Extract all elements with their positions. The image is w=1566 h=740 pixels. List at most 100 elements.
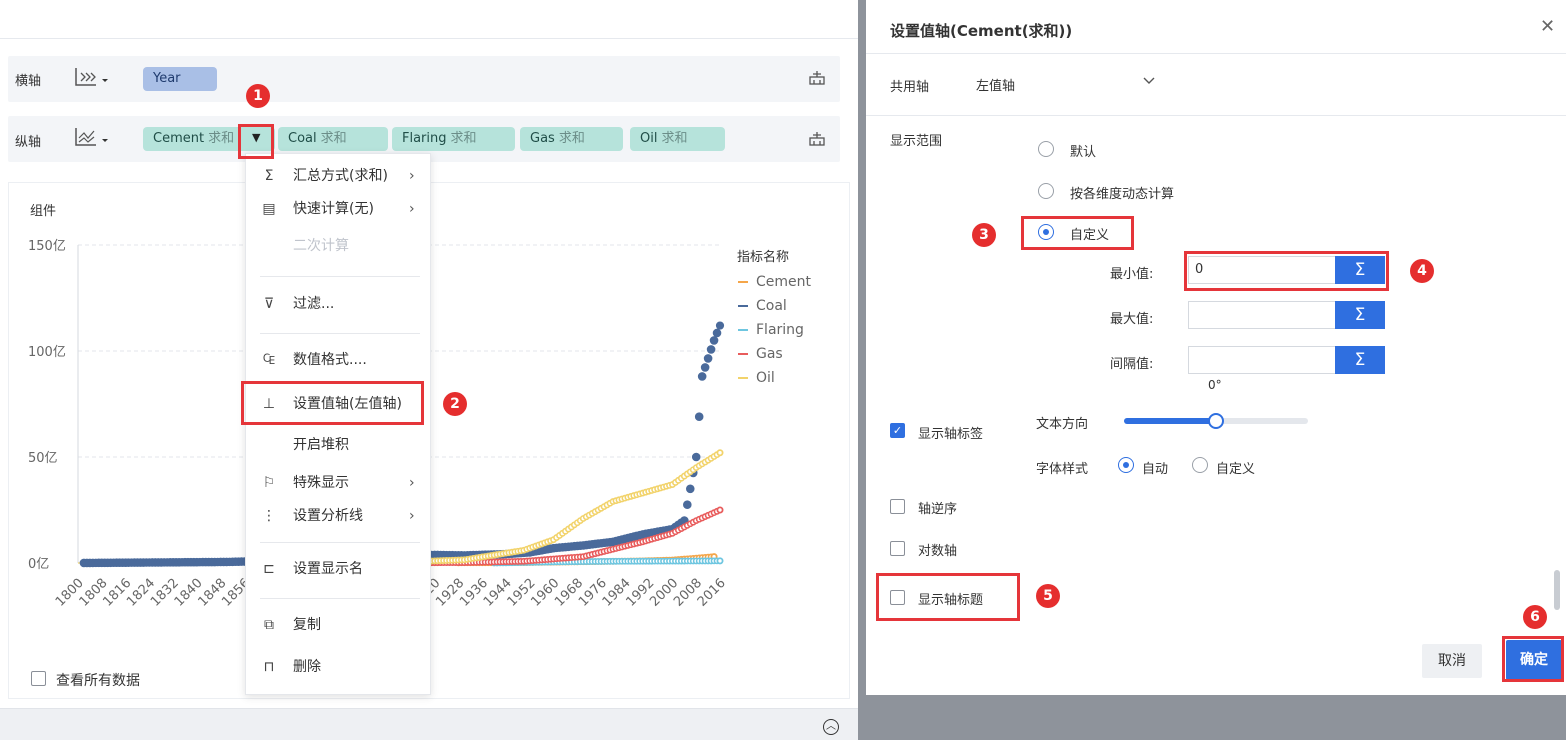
step-badge-1: 1	[246, 84, 270, 108]
interval-label: 间隔值:	[1110, 357, 1154, 372]
divider	[866, 53, 1566, 54]
data-point-gas	[716, 506, 724, 514]
menu-item-label: 特殊显示	[293, 475, 349, 491]
y-axis-type-icon[interactable]	[74, 126, 110, 152]
menu-item-label: 删除	[293, 659, 321, 675]
menu-item-copy[interactable]: ⧉ 复制	[246, 610, 432, 640]
menu-separator	[260, 333, 420, 334]
legend-label: Flaring	[756, 322, 804, 338]
data-point-coal	[685, 484, 695, 494]
range-default-radio[interactable]	[1038, 141, 1054, 157]
text-direction-slider-handle[interactable]	[1208, 413, 1224, 429]
data-point-oil	[716, 449, 724, 457]
highlight-dropdown-arrow	[238, 124, 274, 159]
legend-item-cement[interactable]: Cement	[738, 274, 811, 298]
chart-editor: 横轴 Year 纵轴 Cement 求和 ▼ Coal 求和 Flaring 求和 G…	[0, 0, 858, 740]
y-field-agg: 求和	[450, 131, 477, 146]
delete-icon: ⊓	[263, 659, 275, 675]
copy-icon: ⧉	[264, 617, 274, 633]
y-tick-label: 0亿	[28, 557, 49, 572]
range-dynamic-label: 按各维度动态计算	[1070, 187, 1175, 202]
menu-separator	[260, 542, 420, 543]
collapse-icon[interactable]: ︿	[823, 719, 839, 735]
menu-item-label: 快速计算(无)	[293, 201, 374, 217]
shared-axis-select[interactable]: 左值轴	[966, 68, 1172, 98]
legend-title: 指标名称	[737, 250, 790, 265]
legend-item-flaring[interactable]: Flaring	[738, 322, 811, 346]
highlight-min-value	[1184, 251, 1389, 291]
font-style-custom-label: 自定义	[1216, 462, 1256, 477]
menu-item-delete[interactable]: ⊓ 删除	[246, 652, 432, 682]
show-axis-labels-checkbox[interactable]: ✓	[890, 423, 905, 438]
data-point-coal	[694, 412, 704, 422]
log-axis-checkbox[interactable]	[890, 541, 905, 556]
text-direction-label: 文本方向	[1036, 417, 1089, 432]
step-badge-3: 3	[972, 223, 996, 247]
max-sigma-button[interactable]: Σ	[1335, 301, 1385, 329]
chevron-down-icon	[1142, 73, 1156, 91]
x-axis-type-icon[interactable]	[74, 66, 110, 92]
menu-item-number-format[interactable]: ₠ 数值格式....	[246, 345, 432, 375]
chevron-right-icon: ›	[409, 168, 415, 184]
reverse-axis-checkbox[interactable]	[890, 499, 905, 514]
highlight-custom-range	[1021, 216, 1134, 250]
view-all-data-checkbox[interactable]	[31, 671, 46, 686]
max-label: 最大值:	[1110, 312, 1154, 327]
divider	[866, 115, 1566, 116]
step-badge-6: 6	[1523, 605, 1547, 629]
dialog-title: 设置值轴(Cement(求和))	[890, 22, 1073, 40]
menu-item-aggregation[interactable]: Σ 汇总方式(求和) ›	[246, 161, 432, 191]
y-field-oil[interactable]: Oil 求和	[630, 127, 725, 151]
y-field-gas[interactable]: Gas 求和	[520, 127, 623, 151]
text-direction-slider-fill	[1124, 418, 1216, 424]
chevron-right-icon: ›	[409, 508, 415, 524]
x-field-year[interactable]: Year	[143, 67, 217, 91]
font-style-custom-radio[interactable]	[1192, 457, 1208, 473]
divider	[0, 38, 858, 39]
interval-sigma-button[interactable]: Σ	[1335, 346, 1385, 374]
number-format-icon: ₠	[262, 352, 276, 368]
x-axis-settings-icon[interactable]	[808, 69, 826, 91]
menu-item-filter[interactable]: ⊽ 过滤...	[246, 289, 432, 319]
filter-icon: ⊽	[263, 296, 275, 312]
menu-item-special-display[interactable]: ⚐ 特殊显示 ›	[246, 468, 432, 498]
close-icon[interactable]: ✕	[1540, 16, 1555, 37]
menu-item-stack[interactable]: 开启堆积	[246, 430, 432, 460]
range-label: 显示范围	[890, 134, 943, 149]
step-badge-4: 4	[1410, 259, 1434, 283]
data-point-coal	[706, 345, 716, 354]
legend-swatch	[738, 305, 748, 307]
y-field-coal[interactable]: Coal 求和	[278, 127, 388, 151]
y-field-name: Gas	[530, 131, 555, 146]
highlight-set-value-axis	[241, 381, 424, 425]
cancel-button[interactable]: 取消	[1422, 644, 1482, 678]
legend-label: Cement	[756, 274, 812, 290]
show-axis-labels-label: 显示轴标签	[918, 427, 984, 442]
range-dynamic-radio[interactable]	[1038, 183, 1054, 199]
dialog-scrollbar[interactable]	[1554, 570, 1560, 610]
legend-item-coal[interactable]: Coal	[738, 298, 811, 322]
view-all-data-label: 查看所有数据	[56, 673, 140, 689]
max-input[interactable]	[1188, 301, 1338, 329]
y-axis-settings-icon[interactable]	[808, 130, 826, 152]
font-style-label: 字体样式	[1036, 462, 1089, 477]
y-axis-label: 纵轴	[15, 135, 42, 150]
reverse-axis-label: 轴逆序	[918, 502, 958, 517]
highlight-show-axis-title	[876, 573, 1020, 621]
axis-settings-dialog: 设置值轴(Cement(求和)) ✕ 共用轴 左值轴 显示范围 默认 按各维度动…	[866, 0, 1566, 695]
font-style-auto-radio[interactable]	[1118, 457, 1134, 473]
legend-item-oil[interactable]: Oil	[738, 370, 811, 394]
menu-item-label: 设置显示名	[293, 561, 363, 577]
data-point-coal	[715, 321, 725, 330]
data-point-coal	[703, 354, 713, 363]
range-default-label: 默认	[1070, 145, 1097, 160]
menu-item-display-name[interactable]: ⊏ 设置显示名	[246, 554, 432, 584]
y-field-flaring[interactable]: Flaring 求和	[392, 127, 515, 151]
interval-input[interactable]	[1188, 346, 1338, 374]
legend-item-gas[interactable]: Gas	[738, 346, 811, 370]
menu-item-analysis-line[interactable]: ⋮ 设置分析线 ›	[246, 501, 432, 531]
legend-swatch	[738, 377, 748, 379]
component-title: 组件	[30, 204, 57, 219]
menu-separator	[260, 276, 420, 277]
menu-item-quick-calc[interactable]: ▤ 快速计算(无) ›	[246, 194, 432, 224]
